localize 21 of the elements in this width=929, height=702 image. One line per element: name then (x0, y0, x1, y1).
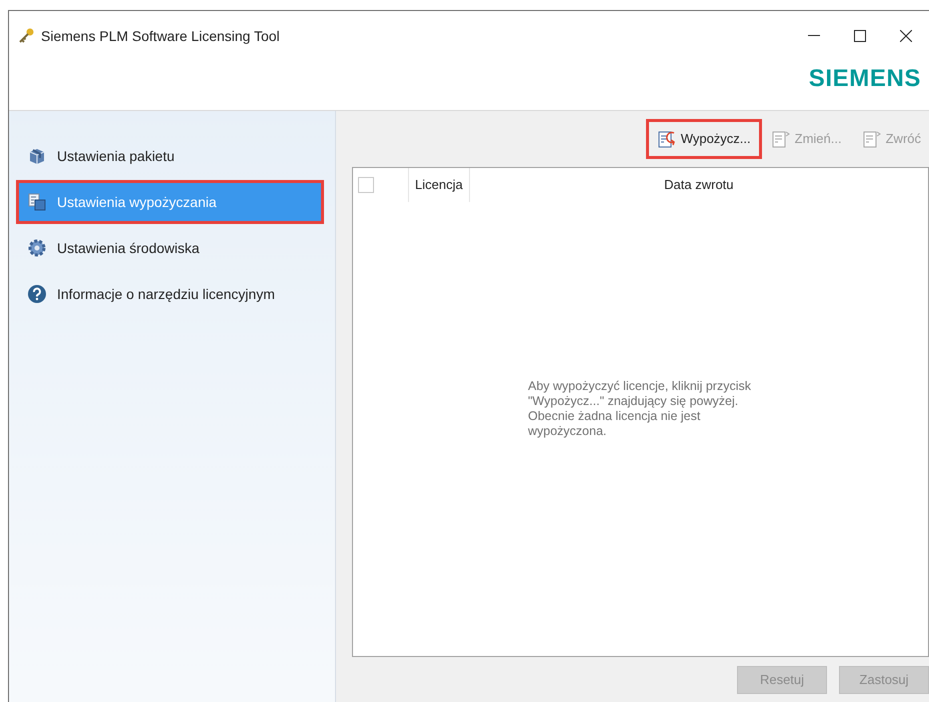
key-icon (17, 27, 35, 45)
siemens-logo: SIEMENS (808, 64, 921, 94)
close-icon (900, 30, 912, 42)
maximize-icon (854, 30, 866, 42)
select-all-checkbox[interactable] (358, 177, 374, 193)
document-icon (656, 129, 677, 149)
sidebar-item[interactable]: Informacje o narzędziu licencyjnym (19, 275, 321, 313)
documents-icon (27, 192, 47, 212)
sidebar-item[interactable]: Ustawienia środowiska (19, 229, 321, 267)
package-icon (27, 146, 47, 166)
toolbar-button[interactable]: Wypożycz... (648, 122, 759, 156)
gear-icon (27, 238, 47, 258)
help-icon (27, 284, 47, 304)
empty-message: Aby wypożyczyć licencje, kliknij przycisk "Wypożycz..." znajdujący się powyżej. Obecnie żadna licencja nie jest wypożyczona. (528, 379, 752, 439)
document-icon (862, 129, 882, 149)
column-header[interactable]: Licencja (409, 168, 470, 202)
window-title: Siemens PLM Software Licensing Tool (41, 26, 280, 46)
document-icon (770, 129, 791, 149)
column-header[interactable]: Data zwrotu (470, 168, 928, 202)
minimize-icon (808, 35, 820, 37)
sidebar-item[interactable]: Ustawienia pakietu (19, 137, 321, 175)
